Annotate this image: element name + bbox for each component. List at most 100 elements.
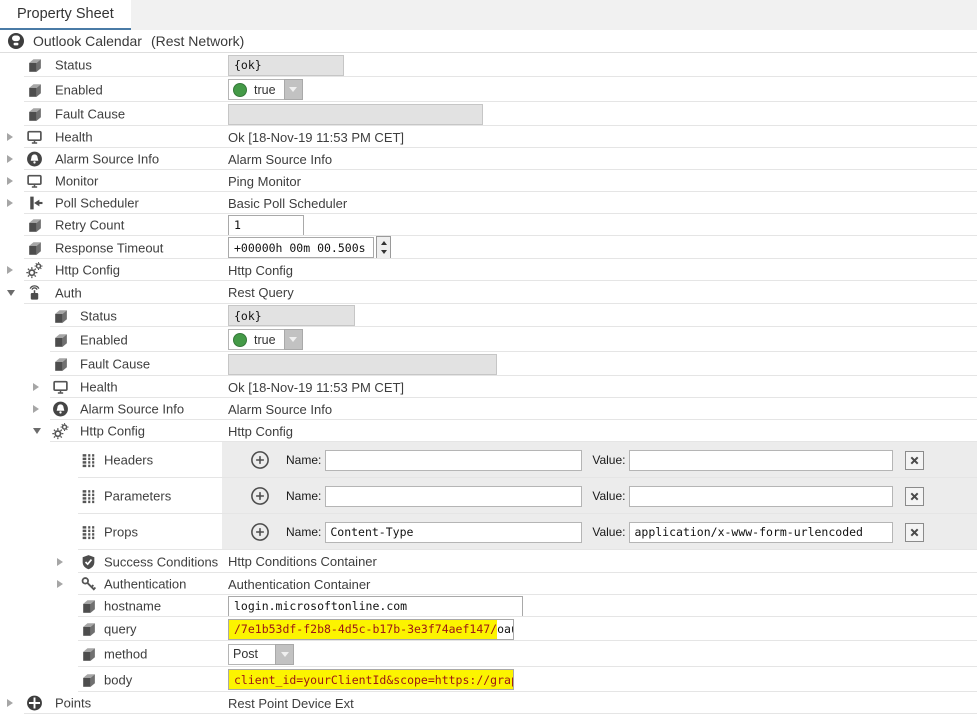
chevron-glyph <box>281 652 289 657</box>
expand-arrow-icon[interactable] <box>33 405 39 413</box>
cube-icon <box>80 621 97 638</box>
value-label: Value: <box>592 453 625 467</box>
value-input[interactable] <box>629 522 893 543</box>
expand-arrow-icon[interactable] <box>7 155 13 163</box>
row-auth-status: Status {ok} <box>0 304 977 327</box>
tab-property-sheet[interactable]: Property Sheet <box>0 0 131 30</box>
row-health: Health Ok [18-Nov-19 11:53 PM CET] <box>0 126 977 148</box>
property-label: Success Conditions <box>104 554 218 569</box>
expand-arrow-icon[interactable] <box>57 558 63 566</box>
add-icon[interactable] <box>250 522 270 542</box>
enabled-dropdown[interactable]: true <box>228 79 303 100</box>
chevron-down-icon[interactable] <box>275 644 294 665</box>
name-label: Name: <box>286 453 321 467</box>
row-authentication: Authentication Authentication Container <box>0 573 977 595</box>
property-label: Alarm Source Info <box>80 402 184 417</box>
row-body: body client_id=yourClientId&scope=https:… <box>0 667 977 692</box>
property-label: Monitor <box>55 174 98 189</box>
page-title: Outlook Calendar <box>33 33 142 49</box>
property-sheet-view: Property Sheet Outlook Calendar (Rest Ne… <box>0 0 977 714</box>
cube-icon <box>26 57 43 74</box>
spin-down-icon[interactable] <box>381 250 387 254</box>
delete-button[interactable] <box>905 487 924 506</box>
cube-icon <box>80 671 97 688</box>
row-parameters: Parameters Name: Value: <box>0 478 977 514</box>
fault-cause-field <box>228 104 483 125</box>
add-icon[interactable] <box>250 450 270 470</box>
property-label: Status <box>55 58 92 73</box>
expand-arrow-icon[interactable] <box>7 266 13 274</box>
selected-text: client_id=yourClientId&scope=https://gra… <box>229 670 514 689</box>
row-monitor: Monitor Ping Monitor <box>0 170 977 192</box>
value-input[interactable] <box>629 450 893 471</box>
cube-icon <box>26 81 43 98</box>
property-label: Props <box>104 525 138 540</box>
property-label: Parameters <box>104 489 171 504</box>
row-retry-count: Retry Count 1 <box>0 214 977 236</box>
property-label: Response Timeout <box>55 240 163 255</box>
row-fault-cause: Fault Cause <box>0 102 977 126</box>
name-input[interactable] <box>325 522 582 543</box>
row-method: method Post <box>0 641 977 667</box>
delete-button[interactable] <box>905 451 924 470</box>
spinner-stepper[interactable] <box>376 236 391 259</box>
property-value: Alarm Source Info <box>228 152 332 167</box>
shield-check-icon <box>80 553 97 570</box>
property-label: Fault Cause <box>80 357 150 372</box>
alarm-icon <box>26 151 43 168</box>
selected-text: /7e1b53df-f2b8-4d5c-b17b-3e3f74aef147/ <box>229 620 497 639</box>
delete-button[interactable] <box>905 523 924 542</box>
property-value: Ok [18-Nov-19 11:53 PM CET] <box>228 130 404 145</box>
row-status: Status {ok} <box>0 53 977 77</box>
row-headers: Headers Name: Value: <box>0 442 977 478</box>
property-value: Http Config <box>228 424 293 439</box>
row-http-config: Http Config Http Config <box>0 259 977 281</box>
value-input[interactable] <box>629 486 893 507</box>
query-input[interactable]: /7e1b53df-f2b8-4d5c-b17b-3e3f74aef147/ o… <box>228 619 514 640</box>
row-poll-scheduler: Poll Scheduler Basic Poll Scheduler <box>0 192 977 214</box>
spin-up-icon[interactable] <box>381 241 387 245</box>
expand-arrow-icon[interactable] <box>33 383 39 391</box>
add-icon[interactable] <box>250 486 270 506</box>
expand-arrow-icon[interactable] <box>7 133 13 141</box>
cube-icon <box>80 646 97 663</box>
property-label: Http Config <box>55 263 120 278</box>
row-hostname: hostname login.microsoftonline.com <box>0 595 977 617</box>
enabled-dropdown[interactable]: true <box>228 329 303 350</box>
property-label: query <box>104 622 137 637</box>
name-input[interactable] <box>325 450 582 471</box>
name-input[interactable] <box>325 486 582 507</box>
method-dropdown[interactable]: Post <box>228 644 294 665</box>
expand-arrow-icon[interactable] <box>7 177 13 185</box>
name-label: Name: <box>286 525 321 539</box>
collapse-arrow-icon[interactable] <box>33 428 41 434</box>
retry-count-input[interactable]: 1 <box>228 215 304 236</box>
row-response-timeout: Response Timeout +00000h 00m 00.500s <box>0 236 977 259</box>
fault-cause-field <box>228 354 497 375</box>
response-timeout-input[interactable]: +00000h 00m 00.500s <box>228 237 374 258</box>
property-label: Enabled <box>80 332 128 347</box>
property-label: Health <box>55 130 93 145</box>
property-label: Fault Cause <box>55 107 125 122</box>
body-input[interactable]: client_id=yourClientId&scope=https://gra… <box>228 669 514 690</box>
hostname-input[interactable]: login.microsoftonline.com <box>228 596 523 617</box>
cube-icon <box>52 356 69 373</box>
expand-arrow-icon[interactable] <box>7 199 13 207</box>
chevron-down-icon[interactable] <box>284 79 303 100</box>
expand-arrow-icon[interactable] <box>7 699 13 707</box>
property-label: Http Config <box>80 424 145 439</box>
expand-arrow-icon[interactable] <box>57 580 63 588</box>
value-label: Value: <box>592 525 625 539</box>
cube-icon <box>26 239 43 256</box>
property-label: method <box>104 647 147 662</box>
collapse-arrow-icon[interactable] <box>7 290 15 296</box>
props-editor: Name: Value: <box>222 514 977 550</box>
property-value: Rest Point Device Ext <box>228 696 354 711</box>
property-value: Alarm Source Info <box>228 402 332 417</box>
row-alarm-source-info: Alarm Source Info Alarm Source Info <box>0 148 977 170</box>
chevron-down-icon[interactable] <box>284 329 303 350</box>
gears-icon <box>26 262 43 279</box>
points-icon <box>26 695 43 712</box>
query-text: oau <box>497 620 514 639</box>
cube-icon <box>52 331 69 348</box>
